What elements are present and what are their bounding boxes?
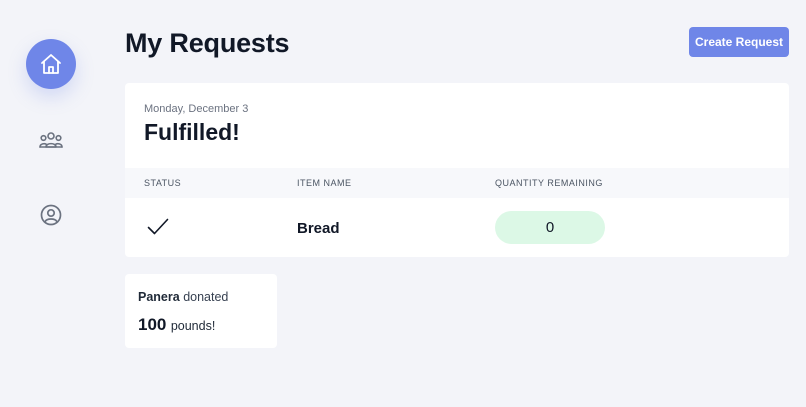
table-row: Bread 0 xyxy=(125,198,789,257)
donation-unit: pounds! xyxy=(170,319,216,333)
checkmark-icon xyxy=(147,218,169,241)
donation-card: Panera donated 100 pounds! xyxy=(125,274,277,348)
group-icon xyxy=(39,132,63,148)
donation-amount-line: 100 pounds! xyxy=(138,315,215,335)
quantity-remaining-badge: 0 xyxy=(495,211,605,244)
donation-verb: donated xyxy=(183,290,229,304)
nav-community-button[interactable] xyxy=(26,116,76,166)
request-card: Monday, December 3 Fulfilled! STATUS ITE… xyxy=(125,83,789,257)
item-name: Bread xyxy=(297,220,340,237)
donor-name: Panera xyxy=(138,290,180,304)
user-circle-icon xyxy=(40,204,62,226)
column-header-quantity-remaining: QUANTITY REMAINING xyxy=(495,178,603,188)
nav-home-button[interactable] xyxy=(26,39,76,89)
sidebar xyxy=(0,0,100,407)
request-date: Monday, December 3 xyxy=(144,103,249,115)
nav-profile-button[interactable] xyxy=(26,190,76,240)
donor-line: Panera donated xyxy=(138,290,228,304)
column-header-item-name: ITEM NAME xyxy=(297,178,352,188)
home-icon xyxy=(41,54,61,74)
page-title: My Requests xyxy=(125,28,290,58)
column-header-status: STATUS xyxy=(144,178,182,188)
donation-amount: 100 xyxy=(138,315,167,334)
table-header: STATUS ITEM NAME QUANTITY REMAINING xyxy=(125,168,789,198)
create-request-button[interactable]: Create Request xyxy=(689,27,789,57)
request-status-title: Fulfilled! xyxy=(144,119,240,145)
